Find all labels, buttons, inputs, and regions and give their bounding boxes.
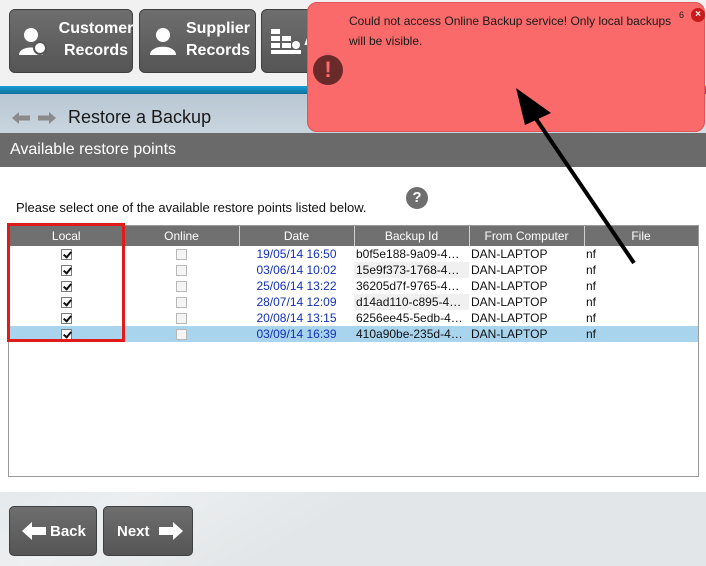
highlight-box [7, 223, 125, 342]
section-header: Available restore points [0, 133, 706, 167]
page-title: Restore a Backup [68, 107, 212, 127]
file-cell: nf [586, 246, 597, 261]
arrow-right-icon [159, 522, 183, 540]
date-cell: 20/08/14 13:15 [256, 310, 337, 325]
backup-id-cell: 6256ee45-5edb-4… [356, 310, 463, 325]
online-checkbox[interactable] [176, 248, 187, 260]
supplier-records-button[interactable]: Supplier Records [139, 9, 256, 73]
column-header-date[interactable]: Date [239, 226, 355, 246]
file-cell: nf [586, 310, 597, 325]
person-icon [19, 28, 47, 55]
backup-id-cell: 36205d7f-9765-4… [356, 278, 460, 293]
computer-cell: DAN-LAPTOP [471, 246, 548, 261]
column-header-file[interactable]: File [584, 226, 698, 246]
customer-records-line1: Customer [58, 20, 134, 37]
computer-cell: DAN-LAPTOP [471, 278, 548, 293]
column-header-backup-id[interactable]: Backup Id [354, 226, 470, 246]
next-button[interactable]: Next [103, 506, 193, 556]
coins-icon [271, 29, 301, 54]
online-checkbox[interactable] [176, 328, 187, 340]
date-cell: 03/06/14 10:02 [256, 262, 337, 277]
section-title: Available restore points [10, 141, 177, 158]
computer-cell: DAN-LAPTOP [471, 262, 548, 277]
column-header-online[interactable]: Online [124, 226, 240, 246]
online-checkbox[interactable] [176, 312, 187, 324]
supplier-records-line2: Records [185, 42, 251, 59]
computer-cell: DAN-LAPTOP [471, 310, 548, 325]
backup-id-cell: b0f5e188-9a09-4… [356, 246, 460, 261]
date-cell: 25/06/14 13:22 [256, 278, 337, 293]
help-icon[interactable]: ? [406, 187, 428, 209]
person-icon [150, 28, 176, 55]
back-button-label: Back [50, 523, 86, 540]
file-cell: nf [586, 278, 597, 293]
file-cell: nf [586, 294, 597, 309]
back-button[interactable]: Back [9, 506, 97, 556]
backup-id-cell: 410a90be-235d-4… [354, 326, 469, 342]
date-cell: 19/05/14 16:50 [256, 246, 337, 261]
online-checkbox[interactable] [176, 280, 187, 292]
date-cell: 03/09/14 16:39 [239, 326, 354, 342]
supplier-records-line1: Supplier [185, 20, 250, 37]
arrow-left-icon [22, 522, 46, 540]
customer-records-line2: Records [63, 42, 129, 59]
error-notification: Could not access Online Backup service! … [307, 2, 705, 132]
file-cell: nf [586, 262, 597, 277]
online-checkbox[interactable] [176, 264, 187, 276]
instruction-text: Please select one of the available resto… [16, 200, 367, 215]
notification-message: Could not access Online Backup service! … [349, 14, 672, 48]
file-cell: nf [584, 326, 698, 342]
close-icon[interactable]: × [691, 8, 705, 22]
exclamation-icon: ! [313, 55, 343, 85]
next-button-label: Next [117, 523, 150, 540]
backup-id-cell: 15e9f373-1768-4… [354, 262, 469, 278]
column-header-from-computer[interactable]: From Computer [469, 226, 585, 246]
computer-cell: DAN-LAPTOP [471, 294, 548, 309]
backup-id-cell: d14ad110-c895-4… [354, 294, 469, 310]
back-arrow-icon[interactable] [12, 112, 30, 124]
forward-arrow-icon[interactable] [38, 112, 56, 124]
customer-records-button[interactable]: Customer Records [9, 9, 133, 73]
notification-count: 6 [679, 10, 685, 20]
date-cell: 28/07/14 12:09 [256, 294, 337, 309]
online-checkbox[interactable] [176, 296, 187, 308]
computer-cell: DAN-LAPTOP [469, 326, 584, 342]
